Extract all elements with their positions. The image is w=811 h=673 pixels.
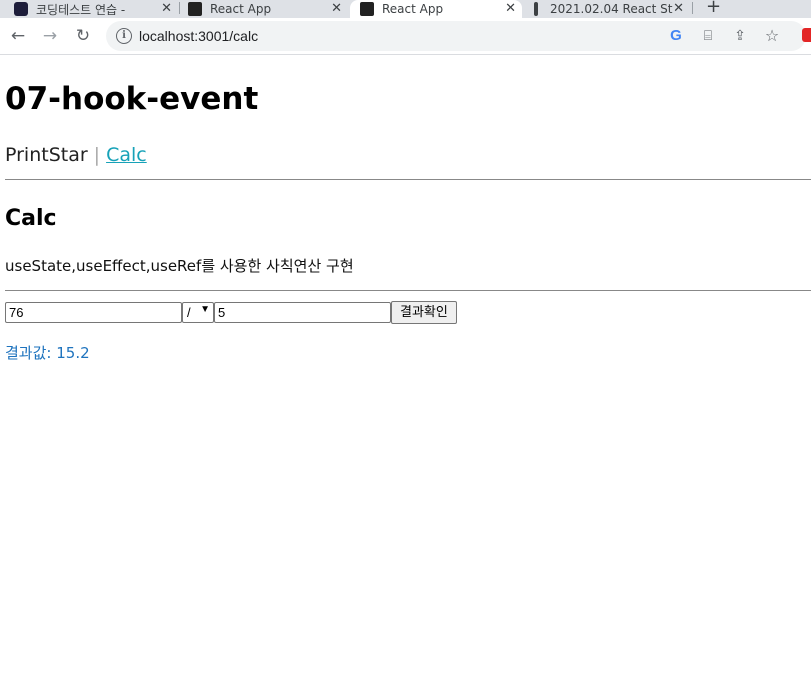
close-icon[interactable]: ✕ [161,0,172,18]
chevron-down-icon: ▼ [200,304,210,315]
result-label: 결과값: [5,344,52,362]
site-info-icon[interactable]: i [116,28,132,44]
tab-title: React App [210,2,272,16]
address-url[interactable]: localhost:3001/calc [139,21,258,51]
translate-icon[interactable]: ⌸ [698,26,718,46]
back-arrow-icon[interactable]: ← [8,26,28,46]
page-title: 07-hook-event [5,81,259,117]
tab-separator [179,2,180,14]
operand2-input[interactable]: 5 [214,302,391,323]
nav-separator: | [93,144,101,166]
tab-react-study[interactable]: 2021.02.04 React St ✕ [534,0,688,18]
operand1-input[interactable]: 76 [5,302,182,323]
nav-menu: PrintStar | Calc [5,144,147,166]
divider [5,290,811,291]
nav-item-printstar[interactable]: PrintStar [5,144,88,166]
operator-value: / [187,305,191,320]
section-title: Calc [5,206,57,231]
tab-coding-test[interactable]: 코딩테스트 연습 - ✕ [14,0,178,18]
operator-select[interactable]: / ▼ [182,302,214,323]
calculate-button[interactable]: 결과확인 [391,301,457,324]
bookmark-star-icon[interactable]: ☆ [762,26,782,46]
tab-strip: 코딩테스트 연습 - ✕ React App ✕ React App ✕ 202… [0,0,811,18]
tab-title: 코딩테스트 연습 - [36,2,126,17]
tab-title: React App [382,2,444,16]
close-icon[interactable]: ✕ [505,0,516,18]
tab-react-app-1[interactable]: React App ✕ [188,0,348,18]
divider [5,179,811,180]
coding-test-favicon-icon [14,2,28,16]
tab-react-app-active[interactable]: React App ✕ [350,0,522,18]
close-icon[interactable]: ✕ [673,0,684,18]
tab-separator [692,2,693,14]
react-favicon-icon [360,2,374,16]
share-icon[interactable]: ⇪ [730,26,750,46]
new-tab-icon[interactable]: + [706,0,721,17]
extension-icon[interactable] [802,28,811,42]
address-bar[interactable]: i localhost:3001/calc G ⌸ ⇪ ☆ [106,21,806,51]
reload-icon[interactable]: ↻ [73,26,93,46]
react-favicon-icon [188,2,202,16]
google-icon[interactable]: G [666,26,686,46]
calculator-form: 76 / ▼ 5 결과확인 [5,301,457,324]
browser-toolbar: ← → ↻ i localhost:3001/calc G ⌸ ⇪ ☆ [0,18,811,55]
section-description: useState,useEffect,useRef를 사용한 사칙연산 구현 [5,257,354,275]
more-dots-favicon-icon [534,2,538,16]
forward-arrow-icon[interactable]: → [40,26,60,46]
tab-title: 2021.02.04 React St [550,2,673,16]
nav-item-calc[interactable]: Calc [106,144,147,166]
close-icon[interactable]: ✕ [331,0,342,18]
result-value: 15.2 [56,344,90,362]
result-text: 결과값: 15.2 [5,342,90,363]
